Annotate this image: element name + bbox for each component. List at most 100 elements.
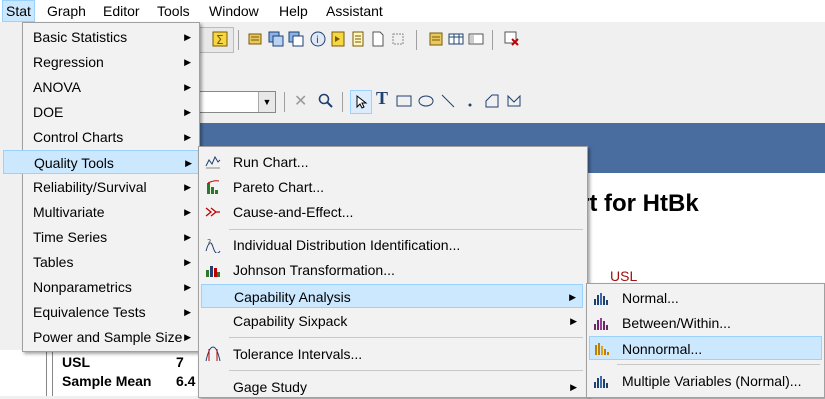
quality-tools-menu: Run Chart... Pareto Chart... Cause-and-E… <box>198 146 588 398</box>
table-icon[interactable] <box>448 31 464 47</box>
stat-menu-item-reliability-survival[interactable]: Reliability/Survival ▶ <box>25 175 197 199</box>
menu-item-label: Normal... <box>622 290 679 306</box>
quality-menu-item-cause-effect[interactable]: Cause-and-Effect... <box>201 200 585 224</box>
menu-editor[interactable]: Editor <box>100 1 143 21</box>
text-tool-icon[interactable]: T <box>376 88 388 109</box>
cause-effect-icon <box>205 207 220 217</box>
delete-icon[interactable]: ✕ <box>294 91 307 111</box>
stats-panel: USL 7 Sample Mean 6.4 <box>0 350 225 396</box>
menu-item-label: Time Series <box>33 229 108 245</box>
submenu-arrow-icon: ▶ <box>184 57 191 67</box>
stat-label: USL <box>62 354 90 370</box>
notepad-icon[interactable] <box>350 31 366 47</box>
new-document-icon[interactable] <box>370 31 386 47</box>
stat-menu-item-anova[interactable]: ANOVA ▶ <box>25 75 197 99</box>
quality-menu-item-capability-analysis[interactable]: Capability Analysis ▶ <box>201 284 583 308</box>
edit-last-dialog-icon[interactable] <box>248 31 264 47</box>
scroll-icon[interactable] <box>428 31 444 47</box>
pareto-chart-icon <box>207 180 220 194</box>
quality-menu-item-capability-sixpack[interactable]: Capability Sixpack ▶ <box>201 309 583 333</box>
submenu-arrow-icon: ▶ <box>184 82 191 92</box>
menu-item-label: Johnson Transformation... <box>233 262 395 278</box>
submenu-arrow-icon: ▶ <box>185 158 192 168</box>
capability-menu-item-multiple-variables[interactable]: Multiple Variables (Normal)... <box>589 369 822 393</box>
submenu-arrow-icon: ▶ <box>569 292 576 302</box>
toolbar-separator <box>342 92 343 112</box>
menu-item-label: Power and Sample Size <box>33 329 183 345</box>
stat-menu-item-nonparametrics[interactable]: Nonparametrics ▶ <box>25 275 197 299</box>
panel-icon[interactable] <box>468 31 484 47</box>
quality-menu-item-run-chart[interactable]: Run Chart... <box>201 150 585 174</box>
worksheet-icon[interactable] <box>268 31 284 47</box>
menu-item-label: Cause-and-Effect... <box>233 204 354 220</box>
toolbar-separator <box>416 30 417 50</box>
project-manager-icon[interactable] <box>288 31 304 47</box>
dropdown-field[interactable]: ▼ <box>198 91 276 113</box>
stat-menu-item-doe[interactable]: DOE ▶ <box>25 100 197 124</box>
stat-menu-item-power-sample-size[interactable]: Power and Sample Size ▶ <box>25 325 197 349</box>
menu-item-label: Gage Study <box>233 379 307 395</box>
menu-tools-label: Tools <box>157 3 190 19</box>
capability-menu-item-between-within[interactable]: Between/Within... <box>589 311 822 335</box>
menu-assistant-label: Assistant <box>326 3 383 19</box>
chevron-down-icon[interactable]: ▼ <box>258 92 275 112</box>
menu-divider <box>229 370 583 371</box>
quality-menu-item-johnson-transformation[interactable]: Johnson Transformation... <box>201 258 585 282</box>
capability-analysis-menu: Normal... Between/Within... Nonnormal...… <box>586 283 825 398</box>
stat-menu-item-tables[interactable]: Tables ▶ <box>25 250 197 274</box>
stat-menu-item-basic-statistics[interactable]: Basic Statistics ▶ <box>25 25 197 49</box>
svg-text:Σ: Σ <box>216 33 224 47</box>
menu-tools[interactable]: Tools <box>154 1 193 21</box>
polyline-tool-icon[interactable] <box>484 93 500 109</box>
menu-item-label: Run Chart... <box>233 154 309 170</box>
stat-menu-item-time-series[interactable]: Time Series ▶ <box>25 225 197 249</box>
menu-stat[interactable]: Stat <box>2 0 35 22</box>
submenu-arrow-icon: ▶ <box>570 316 577 326</box>
stat-menu-item-equivalence-tests[interactable]: Equivalence Tests ▶ <box>25 300 197 324</box>
session-icon[interactable]: Σ <box>212 31 228 47</box>
stat-menu-item-quality-tools[interactable]: Quality Tools ▶ <box>3 150 199 174</box>
menu-help[interactable]: Help <box>276 1 311 21</box>
polygon-tool-icon[interactable] <box>506 93 522 109</box>
histogram-icon <box>594 293 608 305</box>
histogram-icon <box>595 343 609 355</box>
menu-window[interactable]: Window <box>206 1 262 21</box>
usl-label: USL <box>610 268 638 284</box>
layout-tool-icon[interactable] <box>390 31 406 47</box>
quality-menu-item-gage-study[interactable]: Gage Study ▶ <box>201 375 583 399</box>
ellipse-tool-icon[interactable] <box>418 93 434 109</box>
capability-menu-item-nonnormal[interactable]: Nonnormal... <box>589 336 822 360</box>
select-tool-button[interactable] <box>350 90 372 114</box>
run-chart-icon <box>205 155 221 169</box>
capability-menu-item-normal[interactable]: Normal... <box>589 286 822 310</box>
line-tool-icon[interactable] <box>440 93 456 109</box>
menu-item-label: Between/Within... <box>622 315 731 331</box>
rectangle-tool-icon[interactable] <box>396 93 412 109</box>
quality-menu-item-pareto-chart[interactable]: Pareto Chart... <box>201 175 585 199</box>
panel-border <box>52 350 53 396</box>
submenu-arrow-icon: ▶ <box>184 257 191 267</box>
menu-divider <box>617 364 820 365</box>
menu-item-label: Multiple Variables (Normal)... <box>622 373 802 389</box>
stat-menu-item-regression[interactable]: Regression ▶ <box>25 50 197 74</box>
menu-graph[interactable]: Graph <box>44 1 89 21</box>
info-icon[interactable]: i <box>310 31 326 47</box>
report-pad-icon[interactable] <box>330 31 346 47</box>
dot-tool-icon[interactable] <box>462 93 478 109</box>
svg-text:?: ? <box>207 238 211 247</box>
histogram-icon <box>594 376 608 388</box>
arrow-cursor-icon <box>356 94 368 109</box>
close-windows-icon[interactable] <box>504 31 520 47</box>
histogram-icon <box>594 318 608 330</box>
search-icon[interactable] <box>318 93 334 109</box>
menu-item-label: Capability Analysis <box>234 289 351 305</box>
stat-menu-item-control-charts[interactable]: Control Charts ▶ <box>25 125 197 149</box>
menu-item-label: Equivalence Tests <box>33 304 146 320</box>
submenu-arrow-icon: ▶ <box>184 32 191 42</box>
menu-bar: Stat Graph Editor Tools Window Help Assi… <box>0 0 825 22</box>
menu-item-label: Capability Sixpack <box>233 313 348 329</box>
quality-menu-item-tolerance-intervals[interactable]: Tolerance Intervals... <box>201 342 585 366</box>
menu-assistant[interactable]: Assistant <box>323 1 386 21</box>
quality-menu-item-individual-distribution[interactable]: ? Individual Distribution Identification… <box>201 233 585 257</box>
stat-menu-item-multivariate[interactable]: Multivariate ▶ <box>25 200 197 224</box>
